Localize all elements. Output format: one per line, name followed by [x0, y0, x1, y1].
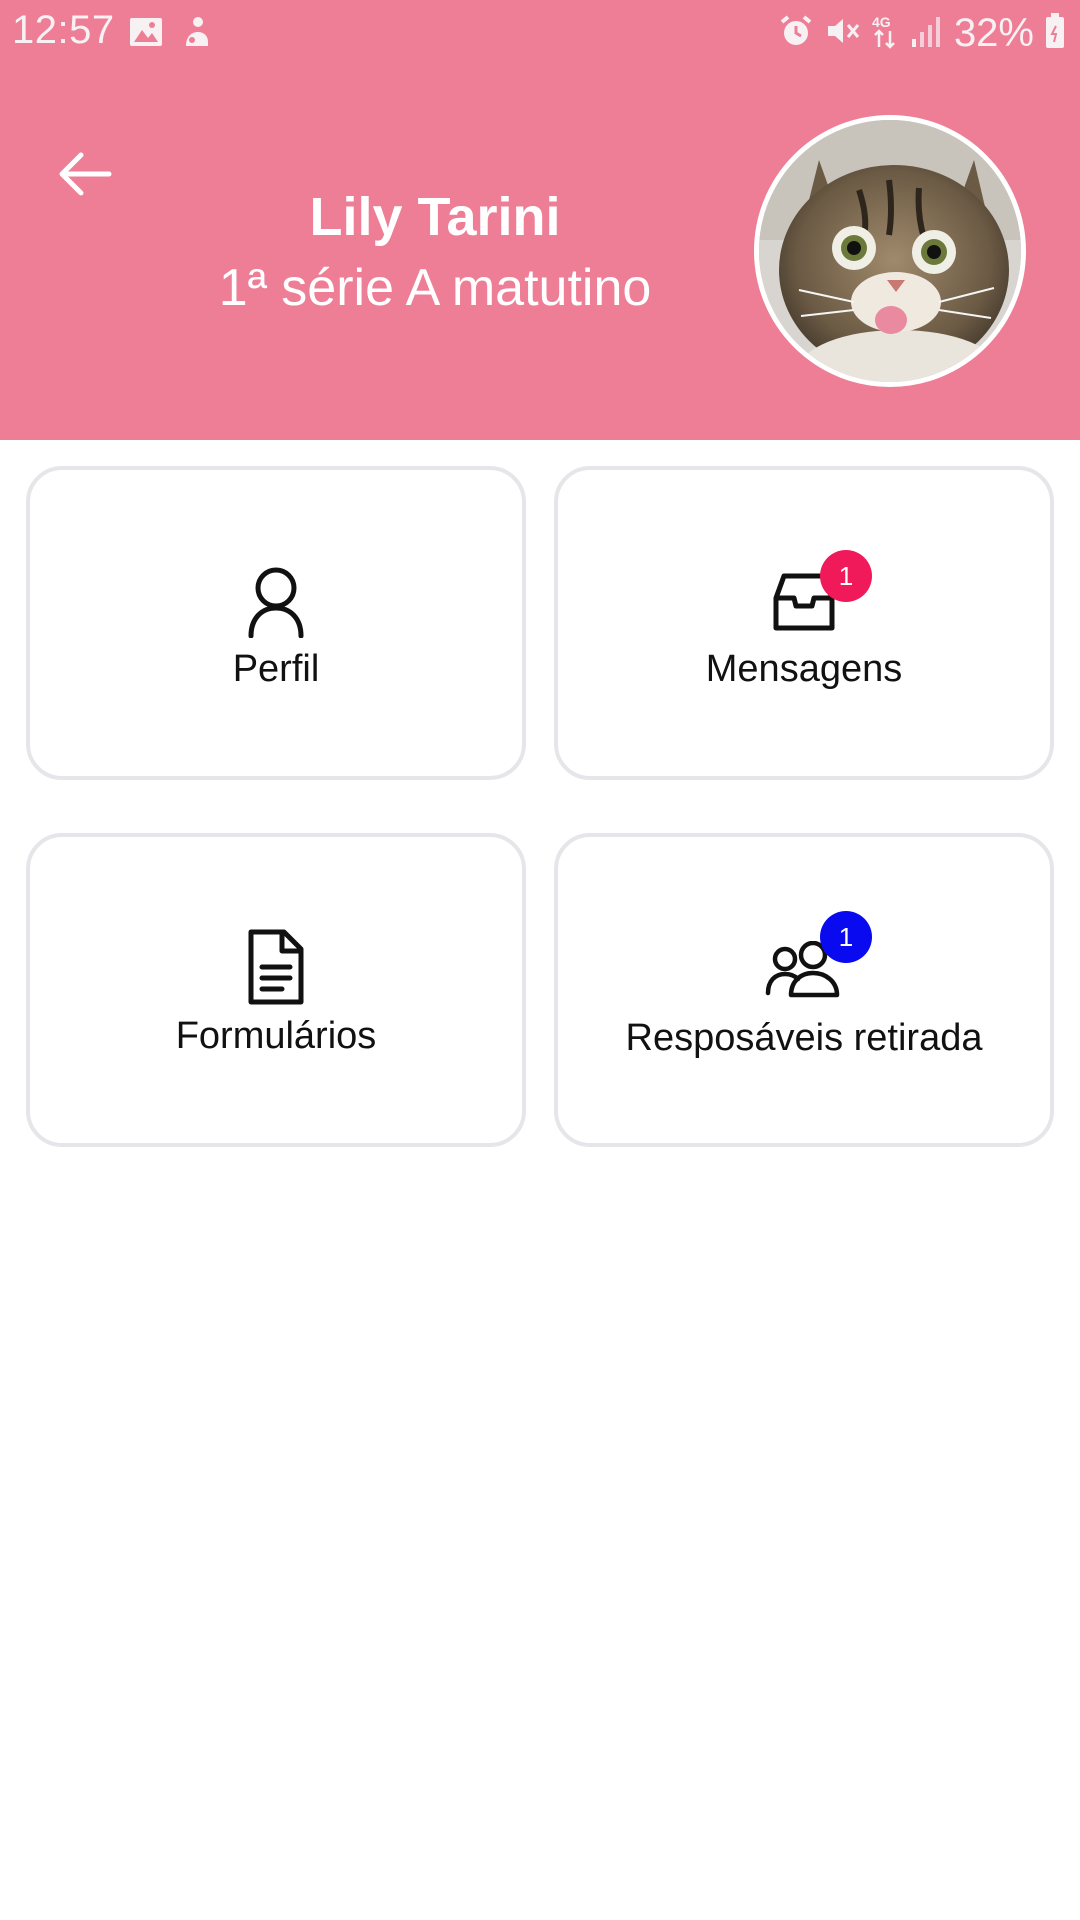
- document-icon: [246, 927, 306, 1007]
- menu-label-perfil: Perfil: [232, 648, 320, 690]
- student-class: 1ª série A matutino: [218, 259, 652, 317]
- menu-label-formularios: Formulários: [175, 1015, 377, 1057]
- header: 12:57 4G 32% Lily Tarini 1ª série A matu…: [0, 0, 1080, 440]
- menu-label-responsaveis: Resposáveis retirada: [625, 1017, 983, 1059]
- menu-card-perfil[interactable]: Perfil: [26, 466, 526, 780]
- signal-icon: [910, 13, 944, 54]
- menu-card-mensagens[interactable]: 1 Mensagens: [554, 466, 1054, 780]
- svg-text:4G: 4G: [872, 14, 891, 30]
- cat-photo-avatar: [759, 120, 1021, 382]
- mute-icon: [824, 13, 860, 54]
- student-name: Lily Tarini: [309, 187, 561, 247]
- image-icon: [128, 14, 164, 50]
- user-icon: [246, 566, 306, 639]
- responsaveis-badge: 1: [820, 911, 872, 963]
- mensagens-badge: 1: [820, 550, 872, 602]
- status-time: 12:57: [12, 8, 115, 52]
- menu-card-formularios[interactable]: Formulários: [26, 833, 526, 1147]
- status-bar: 12:57 4G 32%: [0, 0, 1080, 66]
- menu-label-mensagens: Mensagens: [705, 648, 903, 690]
- battery-icon: [1044, 12, 1066, 55]
- menu-card-responsaveis[interactable]: 1 Resposáveis retirada: [554, 833, 1054, 1147]
- avatar[interactable]: [754, 115, 1026, 387]
- status-right: 4G 32%: [778, 8, 1066, 58]
- network-4g-icon: 4G: [870, 11, 900, 56]
- battery-percent: 32%: [953, 10, 1034, 55]
- notification-app-icon: [178, 14, 214, 50]
- alarm-icon: [778, 13, 814, 54]
- screen: 12:57 4G 32% Lily Tarini 1ª série A matu…: [0, 0, 1080, 1920]
